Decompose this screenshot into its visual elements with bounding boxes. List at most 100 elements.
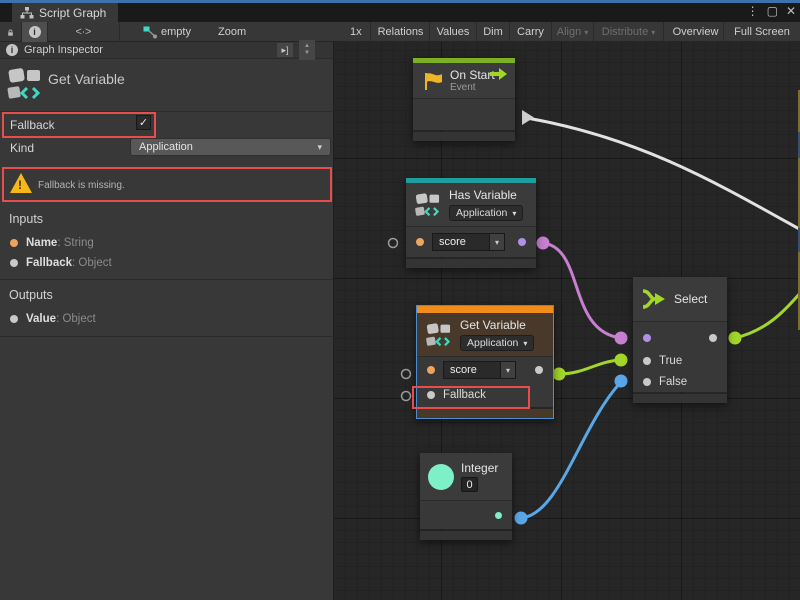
- node-integer[interactable]: Integer 0: [420, 453, 512, 540]
- chevron-down-icon: ▾: [523, 339, 527, 348]
- node-footer: [417, 409, 553, 418]
- variable-name-field[interactable]: score ▾: [443, 361, 516, 379]
- wire-layer: [334, 42, 800, 600]
- script-graph-icon: [20, 7, 34, 19]
- fallback-checkbox[interactable]: ✓: [136, 115, 151, 130]
- node-title: Select: [674, 292, 707, 306]
- node-color-bar: [417, 306, 553, 313]
- condition-input-port[interactable]: [643, 334, 651, 342]
- graph-canvas[interactable]: On Start Event: [334, 42, 800, 600]
- node-title: Has Variable: [449, 188, 523, 202]
- unconnected-port-ring[interactable]: [402, 370, 411, 379]
- tab-bar: Script Graph ⋮ ▢ ✕: [0, 3, 800, 22]
- scroll-up-icon[interactable]: ▲: [304, 43, 310, 50]
- fallback-port-row: Fallback: [417, 383, 553, 407]
- fallback-input-port[interactable]: [427, 391, 435, 399]
- node-on-start[interactable]: On Start Event: [413, 58, 515, 141]
- wire-endpoint[interactable]: [615, 375, 628, 388]
- flow-output-port[interactable]: [490, 68, 507, 80]
- info-icon: i: [29, 26, 41, 38]
- carry-button[interactable]: Carry: [510, 22, 552, 42]
- variable-picker-button[interactable]: ▾: [490, 233, 505, 251]
- window-menu-icon[interactable]: ⋮: [747, 4, 759, 18]
- node-get-variable[interactable]: Get Variable Application ▾ score ▾: [416, 305, 554, 419]
- panel-scroll-spinner[interactable]: ▲ ▼: [299, 40, 315, 60]
- align-label: Align: [557, 26, 581, 38]
- false-port-row: False: [633, 371, 727, 392]
- node-title: Get Variable: [460, 318, 534, 332]
- values-label: Values: [437, 26, 470, 38]
- variable-icon: [425, 322, 453, 348]
- chevron-down-icon: ▾: [495, 238, 499, 247]
- graph-inspector-header[interactable]: i Graph Inspector ▸] ▲ ▼: [0, 42, 333, 59]
- graph-icon: [143, 26, 158, 39]
- wire-endpoint[interactable]: [553, 368, 566, 381]
- flow-arrow-connector[interactable]: [522, 110, 534, 125]
- dock-panel-icon[interactable]: ▸]: [277, 43, 293, 57]
- tab-script-graph[interactable]: Script Graph: [12, 3, 118, 22]
- node-footer: [633, 394, 727, 403]
- values-button[interactable]: Values: [430, 22, 477, 42]
- variable-picker-button[interactable]: ▾: [501, 361, 516, 379]
- output-port-row: [420, 501, 512, 529]
- integer-value-field[interactable]: 0: [461, 477, 478, 492]
- true-input-port[interactable]: [643, 357, 651, 365]
- node-title: Integer: [461, 461, 498, 475]
- section-divider: [0, 336, 333, 337]
- node-has-variable[interactable]: Has Variable Application ▾ score ▾: [406, 178, 536, 268]
- bool-output-port[interactable]: [518, 238, 526, 246]
- dim-button[interactable]: Dim: [477, 22, 510, 42]
- dim-label: Dim: [483, 26, 503, 38]
- node-select[interactable]: Select True False: [633, 277, 727, 403]
- full-screen-button[interactable]: Full Screen: [724, 22, 800, 42]
- code-view-button[interactable]: <∙>: [48, 22, 120, 42]
- string-input-port[interactable]: [416, 238, 424, 246]
- variable-kind-dropdown[interactable]: Application ▾: [460, 335, 534, 351]
- integer-output-port[interactable]: [495, 512, 502, 519]
- relations-button[interactable]: Relations: [372, 22, 430, 42]
- wire-endpoint[interactable]: [615, 332, 628, 345]
- node-footer: [406, 259, 536, 268]
- variable-icon: [6, 67, 44, 101]
- window-maximize-icon[interactable]: ▢: [767, 4, 778, 18]
- input-name: Name: [26, 237, 57, 249]
- current-graph-button[interactable]: empty: [132, 22, 202, 42]
- wire-endpoint[interactable]: [729, 332, 742, 345]
- info-icon: i: [6, 44, 18, 56]
- input-name: Fallback: [26, 257, 72, 269]
- warning-icon: [10, 173, 32, 193]
- wire-endpoint[interactable]: [537, 237, 550, 250]
- variable-name-field[interactable]: score ▾: [432, 233, 505, 251]
- graph-inspector-panel: i Graph Inspector ▸] ▲ ▼ Get Variable Fa…: [0, 42, 334, 600]
- inspector-toggle-button[interactable]: i: [22, 22, 48, 42]
- value-output-port[interactable]: [535, 366, 543, 374]
- chevron-down-icon: ▾: [512, 209, 516, 218]
- false-input-port[interactable]: [643, 378, 651, 386]
- true-port-label: True: [659, 355, 682, 367]
- kind-dropdown[interactable]: Application ▾: [130, 138, 331, 156]
- zoom-value: 1x: [350, 26, 362, 38]
- output-row-value: Value: Object: [10, 313, 96, 325]
- selection-output-port[interactable]: [709, 334, 717, 342]
- string-input-port[interactable]: [427, 366, 435, 374]
- name-port-row: score ▾: [417, 357, 553, 383]
- input-row-name: Name: String: [10, 237, 94, 249]
- lock-button[interactable]: [0, 22, 22, 42]
- variable-name-value: score: [432, 233, 490, 251]
- variable-kind-dropdown[interactable]: Application ▾: [449, 205, 523, 221]
- input-type: : String: [57, 237, 93, 249]
- window-close-icon[interactable]: ✕: [786, 4, 796, 18]
- check-icon: ✓: [139, 116, 148, 129]
- unconnected-port-ring[interactable]: [389, 239, 398, 248]
- wire-endpoint[interactable]: [515, 512, 528, 525]
- scroll-down-icon[interactable]: ▼: [304, 50, 310, 57]
- variable-name-value: score: [443, 361, 501, 379]
- fallback-port-label: Fallback: [443, 389, 486, 401]
- output-type: : Object: [56, 313, 96, 325]
- node-subtitle: Event: [450, 82, 495, 93]
- unconnected-port-ring[interactable]: [402, 392, 411, 401]
- outputs-section-title: Outputs: [9, 288, 53, 302]
- wire-endpoint[interactable]: [615, 354, 628, 367]
- overview-button[interactable]: Overview: [668, 22, 724, 42]
- false-port-label: False: [659, 376, 687, 388]
